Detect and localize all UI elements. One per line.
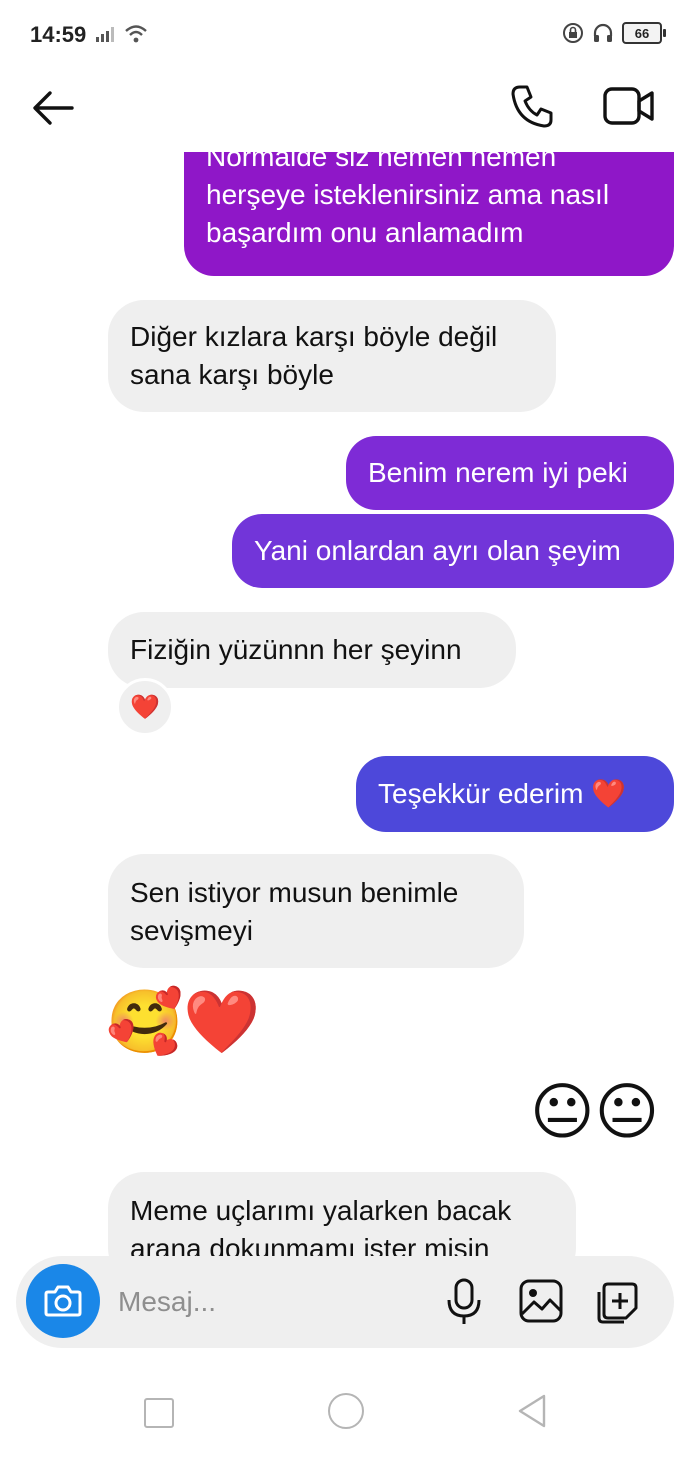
message-outgoing[interactable]: Normalde siz hemen hemen herşeye istekle… bbox=[184, 152, 674, 276]
battery-indicator: 66 bbox=[622, 22, 666, 44]
lock-rotation-icon bbox=[563, 23, 583, 43]
video-camera-icon[interactable] bbox=[602, 84, 656, 128]
chat-header bbox=[0, 72, 690, 152]
status-time: 14:59 bbox=[30, 22, 87, 47]
message-incoming[interactable]: Sen istiyor musun benimle sevişmeyi bbox=[108, 854, 524, 968]
emoji-message[interactable]: 😐😐 bbox=[530, 1078, 659, 1148]
emoji-message[interactable]: 🥰❤️ bbox=[106, 988, 260, 1058]
message-outgoing[interactable]: Yani onlardan ayrı olan şeyim bbox=[232, 514, 674, 588]
message-outgoing[interactable]: Teşekkür ederim ❤️ bbox=[356, 756, 674, 832]
microphone-icon[interactable] bbox=[444, 1278, 484, 1326]
status-bar: 14:59 66 bbox=[0, 0, 690, 72]
message-composer bbox=[16, 1256, 674, 1348]
sticker-add-icon[interactable] bbox=[594, 1278, 640, 1324]
system-nav-bar bbox=[0, 1360, 690, 1457]
heart-reaction[interactable]: ❤️ bbox=[116, 678, 174, 736]
message-outgoing[interactable]: Benim nerem iyi peki bbox=[346, 436, 674, 510]
neutral-face-emoji: 😐😐 bbox=[530, 1078, 660, 1147]
camera-icon bbox=[44, 1285, 82, 1317]
signal-icon bbox=[96, 27, 114, 42]
phone-icon[interactable] bbox=[508, 82, 556, 130]
camera-button[interactable] bbox=[26, 1264, 100, 1338]
smiling-hearts-heart-emoji: 🥰❤️ bbox=[106, 988, 261, 1057]
headphones-icon bbox=[593, 23, 613, 42]
arrow-left-icon[interactable] bbox=[28, 88, 78, 128]
message-list[interactable]: Normalde siz hemen hemen herşeye istekle… bbox=[0, 152, 690, 1257]
wifi-icon bbox=[125, 25, 147, 43]
message-input[interactable] bbox=[116, 1278, 420, 1326]
circle-icon[interactable] bbox=[328, 1393, 364, 1429]
heart-icon: ❤️ bbox=[130, 693, 160, 721]
image-icon[interactable] bbox=[518, 1278, 564, 1324]
square-icon[interactable] bbox=[144, 1398, 174, 1428]
message-incoming[interactable]: Diğer kızlara karşı böyle değil sana kar… bbox=[108, 300, 556, 412]
triangle-back-icon[interactable] bbox=[516, 1393, 548, 1429]
message-incoming[interactable]: Meme uçlarımı yalarken bacak arana dokun… bbox=[108, 1172, 576, 1257]
message-incoming[interactable]: Fiziğin yüzünnn her şeyinn bbox=[108, 612, 516, 688]
